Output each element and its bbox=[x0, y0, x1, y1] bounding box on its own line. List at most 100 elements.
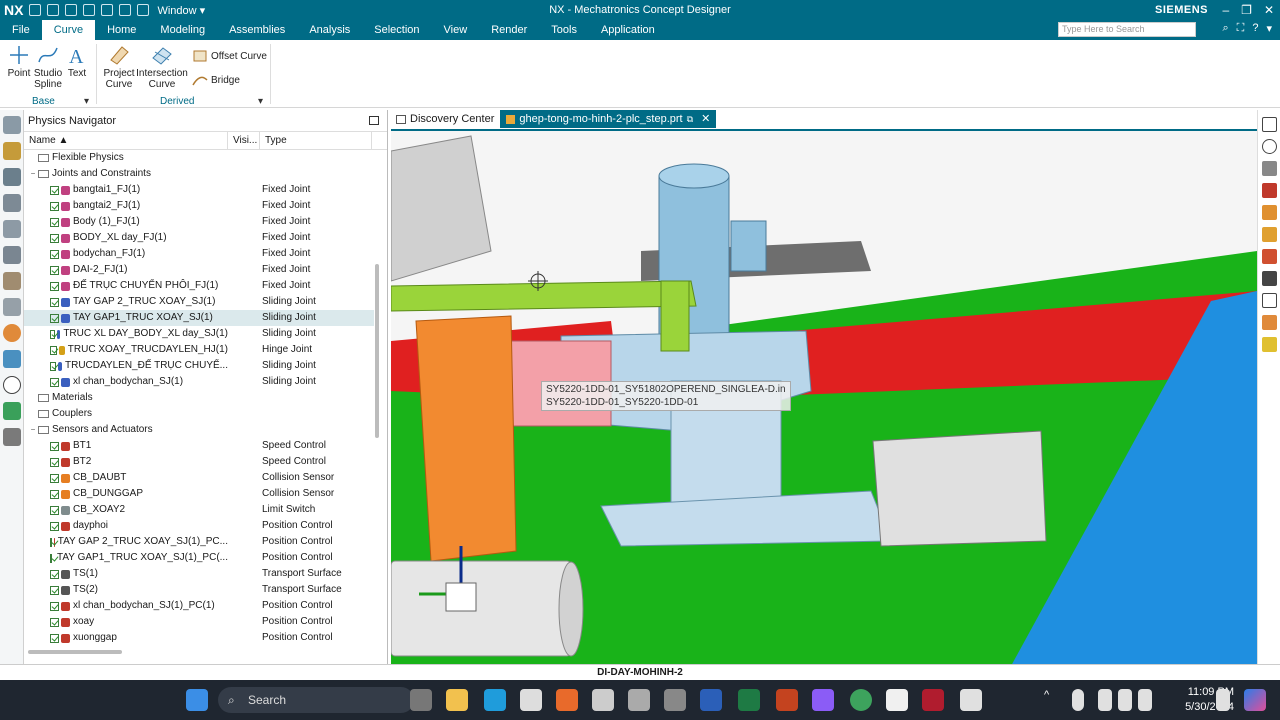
visibility-checkbox[interactable] bbox=[50, 185, 59, 195]
visibility-checkbox[interactable] bbox=[50, 473, 59, 483]
tree-item[interactable]: xl chan_bodychan_SJ(1)_PC(1) Position Con… bbox=[24, 598, 374, 614]
visibility-checkbox[interactable] bbox=[50, 201, 59, 211]
axis-icon[interactable] bbox=[1261, 183, 1277, 198]
visibility-checkbox[interactable] bbox=[50, 281, 59, 291]
project-curve-button[interactable]: Project Curve bbox=[102, 44, 136, 90]
tree-folder[interactable]: − Sensors and Actuators bbox=[24, 422, 374, 438]
switch-window-icon[interactable] bbox=[137, 4, 150, 16]
visibility-checkbox[interactable] bbox=[50, 377, 59, 387]
tree-item[interactable]: bangtai1_FJ(1) Fixed Joint bbox=[24, 182, 374, 198]
tree-item[interactable]: TRUCDAYLEN_ĐẾ TRỤC CHUYỂ... Sliding Joint bbox=[24, 358, 374, 374]
tree-item[interactable]: CB_DAUBT Collision Sensor bbox=[24, 470, 374, 486]
tree-item[interactable]: TAY GAP1_TRUC XOAY_SJ(1)_PC(... Position … bbox=[24, 550, 374, 566]
pie-icon[interactable] bbox=[2, 324, 21, 342]
tree-item[interactable]: ĐẾ TRỤC CHUYỂN PHÔI_FJ(1) Fixed Joint bbox=[24, 278, 374, 294]
ribbon-options-icon[interactable]: ▾ bbox=[1266, 22, 1272, 35]
visibility-checkbox[interactable] bbox=[50, 441, 59, 451]
help-icon[interactable]: ? bbox=[1252, 22, 1258, 35]
powerpoint-icon[interactable] bbox=[776, 689, 798, 711]
redo-icon[interactable] bbox=[65, 4, 78, 16]
tree-folder[interactable]: Flexible Physics bbox=[24, 150, 374, 166]
visibility-checkbox[interactable] bbox=[50, 233, 59, 243]
tree-item[interactable]: bangtai2_FJ(1) Fixed Joint bbox=[24, 198, 374, 214]
taskbar-search[interactable]: ⌕ Search bbox=[218, 687, 414, 713]
tab-file[interactable]: File bbox=[0, 20, 42, 40]
nx-app-icon[interactable] bbox=[922, 689, 944, 711]
tray-chevron-icon[interactable]: ^ bbox=[1044, 689, 1056, 711]
copilot-icon[interactable] bbox=[1244, 689, 1266, 711]
intersection-curve-button[interactable]: Intersection Curve bbox=[136, 44, 188, 90]
visibility-checkbox[interactable] bbox=[50, 361, 56, 371]
tree-item[interactable]: TRUC XL DAY_BODY_XL day_SJ(1) Sliding Joi… bbox=[24, 326, 374, 342]
tab-selection[interactable]: Selection bbox=[362, 20, 431, 40]
part-navigator-icon[interactable] bbox=[2, 142, 21, 160]
signal-chart-icon[interactable] bbox=[1261, 271, 1277, 286]
close-icon[interactable]: ✕ bbox=[1264, 3, 1274, 17]
search-icon[interactable]: ⌕ bbox=[1222, 22, 1228, 35]
tree-folder[interactable]: Materials bbox=[24, 390, 374, 406]
point-button[interactable]: Point bbox=[6, 44, 32, 79]
rigid-body-icon[interactable] bbox=[1261, 205, 1277, 220]
visibility-checkbox[interactable] bbox=[50, 537, 53, 547]
visibility-checkbox[interactable] bbox=[50, 633, 59, 643]
tab-render[interactable]: Render bbox=[479, 20, 539, 40]
tree-item[interactable]: TAY GAP1_TRUC XOAY_SJ(1) Sliding Joint bbox=[24, 310, 374, 326]
copy-icon[interactable] bbox=[83, 4, 96, 16]
windows-start-icon[interactable] bbox=[186, 689, 208, 711]
tab-home[interactable]: Home bbox=[95, 20, 148, 40]
tab-part-file[interactable]: ghep-tong-mo-hinh-2-plc_step.prt ⧉ ✕ bbox=[500, 110, 717, 128]
assembly-navigator-icon[interactable] bbox=[2, 116, 21, 134]
fullscreen-icon[interactable]: ⛶ bbox=[1237, 22, 1245, 35]
edge-icon[interactable] bbox=[484, 689, 506, 711]
signal-icon[interactable] bbox=[1261, 249, 1277, 264]
visibility-checkbox[interactable] bbox=[50, 489, 59, 499]
tab-application[interactable]: Application bbox=[589, 20, 667, 40]
visibility-checkbox[interactable] bbox=[50, 217, 59, 227]
capcut-icon[interactable] bbox=[886, 689, 908, 711]
visibility-checkbox[interactable] bbox=[50, 345, 57, 355]
runtime-inspector-icon[interactable] bbox=[2, 246, 21, 264]
visibility-checkbox[interactable] bbox=[50, 553, 52, 563]
fit-view-icon[interactable] bbox=[1261, 117, 1277, 132]
visibility-checkbox[interactable] bbox=[50, 313, 59, 323]
pin-icon[interactable]: ⧉ bbox=[687, 110, 693, 128]
tree-item[interactable]: TS(2) Transport Surface bbox=[24, 582, 374, 598]
command-search-input[interactable]: Type Here to Search bbox=[1058, 22, 1196, 37]
visibility-checkbox[interactable] bbox=[50, 601, 59, 611]
visibility-checkbox[interactable] bbox=[50, 505, 59, 515]
store-icon[interactable] bbox=[520, 689, 542, 711]
snipping-tool-icon[interactable] bbox=[960, 689, 982, 711]
column-type[interactable]: Type bbox=[260, 132, 372, 149]
tree-folder[interactable]: Couplers bbox=[24, 406, 374, 422]
tree-item[interactable]: CB_XOAY2 Limit Switch bbox=[24, 502, 374, 518]
tab-discovery-center[interactable]: Discovery Center bbox=[390, 110, 500, 128]
notification-bell-icon[interactable] bbox=[1216, 689, 1230, 711]
shade-icon[interactable] bbox=[1261, 161, 1277, 176]
base-group-menu-icon[interactable]: ▾ bbox=[84, 96, 89, 107]
history-icon[interactable] bbox=[2, 376, 21, 394]
tab-view[interactable]: View bbox=[432, 20, 480, 40]
tree-item[interactable]: xuonggap Position Control bbox=[24, 630, 374, 646]
visibility-checkbox[interactable] bbox=[50, 457, 59, 467]
microphone-icon[interactable] bbox=[1072, 689, 1084, 711]
tree-item[interactable]: BODY_XL day_FJ(1) Fixed Joint bbox=[24, 230, 374, 246]
collapse-toggle-icon[interactable]: − bbox=[28, 166, 38, 182]
undo-icon[interactable] bbox=[47, 4, 60, 16]
tree-item[interactable]: TAY GAP 2_TRUC XOAY_SJ(1)_PC... Position … bbox=[24, 534, 374, 550]
tab-analysis[interactable]: Analysis bbox=[297, 20, 362, 40]
transport-icon[interactable] bbox=[1261, 337, 1277, 352]
tree-item[interactable]: xoay Position Control bbox=[24, 614, 374, 630]
cross-icon[interactable] bbox=[1261, 293, 1277, 308]
visibility-checkbox[interactable] bbox=[50, 569, 59, 579]
sensor-icon[interactable] bbox=[1261, 315, 1277, 330]
tree-item[interactable]: Body (1)_FJ(1) Fixed Joint bbox=[24, 214, 374, 230]
bridge-button[interactable]: Bridge bbox=[192, 72, 240, 88]
roles-icon[interactable] bbox=[2, 350, 21, 368]
tree-folder[interactable]: − Joints and Constraints bbox=[24, 166, 374, 182]
tree-item[interactable]: TS(1) Transport Surface bbox=[24, 566, 374, 582]
tab-modeling[interactable]: Modeling bbox=[148, 20, 217, 40]
studio-spline-button[interactable]: Studio Spline bbox=[33, 44, 63, 90]
photos-icon[interactable] bbox=[628, 689, 650, 711]
word-icon[interactable] bbox=[700, 689, 722, 711]
tree-item[interactable]: TAY GAP 2_TRUC XOAY_SJ(1) Sliding Joint bbox=[24, 294, 374, 310]
